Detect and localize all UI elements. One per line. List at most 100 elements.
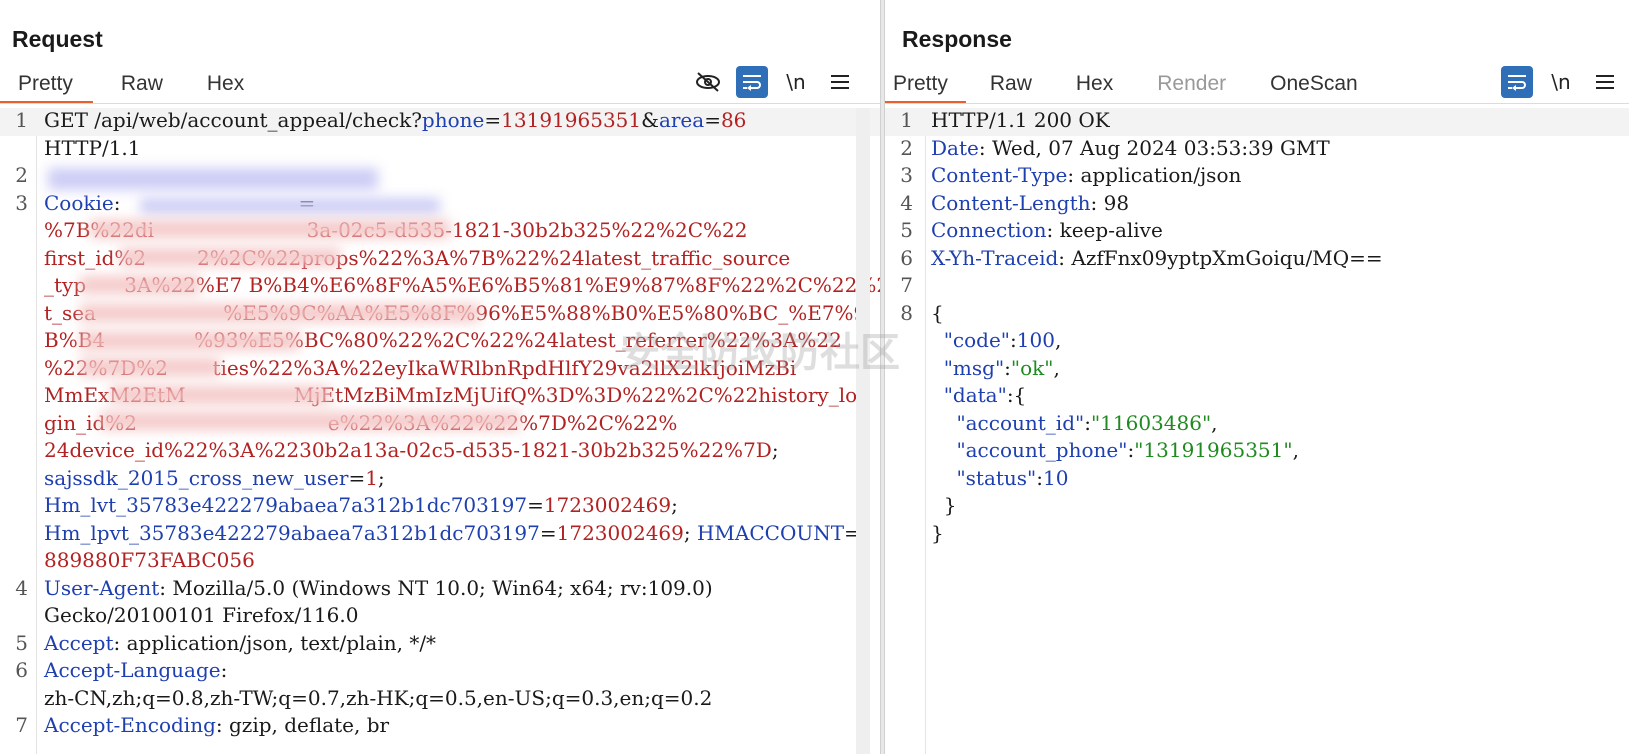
line-content: { <box>931 301 944 325</box>
line-number: 1 <box>15 108 28 132</box>
token: : 98 <box>1090 190 1130 215</box>
code-line: Gecko/20100101 Firefox/116.0 <box>0 603 880 631</box>
redacted-cookie-name <box>140 198 440 214</box>
line-number: 5 <box>15 630 28 655</box>
code-line: } <box>885 493 1629 521</box>
wrap-icon[interactable] <box>736 66 768 98</box>
code-line: "data":{ <box>885 383 1629 411</box>
request-editor[interactable]: 1 GET /api/web/account_appeal/check?phone… <box>0 108 880 754</box>
code-line: 5 Accept: application/json, text/plain, *… <box>0 631 880 659</box>
token: & <box>641 108 659 132</box>
token: = <box>484 108 502 132</box>
line-content: GET /api/web/account_appeal/check?phone=… <box>44 108 746 132</box>
token: : Wed, 07 Aug 2024 03:53:39 GMT <box>978 135 1330 160</box>
token: :{ <box>1006 383 1027 407</box>
wrap-icon[interactable] <box>1501 66 1533 98</box>
token: Gecko/20100101 Firefox/116.0 <box>44 603 359 627</box>
line-content: Gecko/20100101 Firefox/116.0 <box>44 603 358 627</box>
tab-pretty[interactable]: Pretty <box>885 64 966 104</box>
line-content: "data":{ <box>931 383 1027 407</box>
token: "account_phone" <box>956 438 1128 462</box>
token: ; <box>683 520 697 545</box>
token: HTTP/1.1 <box>44 135 141 160</box>
token: "code" <box>943 328 1010 352</box>
newline-toggle[interactable]: \n <box>1545 66 1577 98</box>
line-content: 24device_id%22%3A%2230b2a13a-02c5-d535-1… <box>44 438 779 462</box>
token: Connection <box>931 218 1047 242</box>
token: : application/json, text/plain, */* <box>113 630 437 655</box>
token: 100 <box>1016 328 1055 352</box>
redacted-cookie-1 <box>90 220 450 238</box>
tab-raw[interactable]: Raw <box>121 64 163 104</box>
line-content: HTTP/1.1 200 OK <box>931 108 1110 132</box>
tab-pretty[interactable]: Pretty <box>0 64 93 104</box>
tab-onescan[interactable]: OneScan <box>1270 64 1358 104</box>
line-content: Hm_lvt_35783e422279abaea7a312b1dc703197=… <box>44 493 678 517</box>
token: sajssdk_2015_cross_new_user <box>44 465 349 490</box>
request-tabs: Pretty Raw Hex <box>0 64 244 104</box>
line-number: 3 <box>15 190 28 215</box>
response-editor[interactable]: 1 HTTP/1.1 200 OK 2 Date: Wed, 07 Aug 2024 … <box>885 108 1629 754</box>
token: "account_id" <box>956 410 1085 435</box>
tab-hex[interactable]: Hex <box>207 64 244 104</box>
tab-raw[interactable]: Raw <box>990 64 1032 104</box>
token: 86 <box>720 108 747 132</box>
code-line: "code":100, <box>885 328 1629 356</box>
line-content: } <box>931 521 944 545</box>
token: 889880F73FABC056 <box>44 548 255 572</box>
eye-slash-icon[interactable] <box>692 66 724 98</box>
line-number: 5 <box>900 218 913 242</box>
token: = <box>704 108 721 132</box>
token: : gzip, deflate, br <box>215 713 390 737</box>
code-line: 24device_id%22%3A%2230b2a13a-02c5-d535-1… <box>0 438 880 466</box>
tab-hex[interactable]: Hex <box>1076 64 1113 104</box>
token: : AzfFnx09yptpXmGoiqu/MQ== <box>1058 245 1383 270</box>
token: : <box>113 190 127 215</box>
token: Accept <box>44 630 114 655</box>
token: 1723002469 <box>543 493 672 517</box>
line-number: 7 <box>15 713 28 737</box>
line-content: HTTP/1.1 <box>44 136 141 160</box>
line-number: 2 <box>15 163 28 187</box>
token: { <box>931 300 944 325</box>
token: "11603486" <box>1090 410 1212 435</box>
code-line: "msg":"ok", <box>885 356 1629 384</box>
watermark: 安全防攻防社区 <box>620 331 900 375</box>
token: "data" <box>943 383 1007 407</box>
line-number: 1 <box>900 108 913 132</box>
hamburger-menu-icon[interactable] <box>1589 66 1621 98</box>
token: Hm_lvt_35783e422279abaea7a312b1dc703197 <box>44 493 528 517</box>
line-number: 3 <box>900 163 913 187</box>
line-number: 2 <box>900 135 913 160</box>
code-line: 4 User-Agent: Mozilla/5.0 (Windows NT 10.… <box>0 576 880 604</box>
line-content: 889880F73FABC056 <box>44 548 255 572</box>
newline-toggle[interactable]: \n <box>780 66 812 98</box>
token: Cookie <box>44 190 114 215</box>
tab-underline <box>0 103 880 104</box>
redacted-cookie-5 <box>80 332 300 350</box>
line-content: "account_phone":"13191965351", <box>931 438 1299 462</box>
token: : <box>1084 410 1091 435</box>
token: : keep-alive <box>1046 218 1163 242</box>
tab-render: Render <box>1157 72 1227 95</box>
token: ; <box>377 465 385 490</box>
code-line: "status":10 <box>885 466 1629 494</box>
code-line: 6 X-Yh-Traceid: AzfFnx09yptpXmGoiqu/MQ== <box>885 246 1629 274</box>
line-number: 4 <box>15 575 28 600</box>
token: : <box>1010 328 1017 352</box>
hamburger-menu-icon[interactable] <box>824 66 856 98</box>
token: "13191965351" <box>1134 438 1293 462</box>
token: Hm_lpvt_35783e422279abaea7a312b1dc703197 <box>44 520 540 545</box>
token: area <box>658 108 705 132</box>
code-line: 2 Date: Wed, 07 Aug 2024 03:53:39 GMT <box>885 136 1629 164</box>
line-content: User-Agent: Mozilla/5.0 (Windows NT 10.0… <box>44 576 713 600</box>
request-scrollbar[interactable] <box>856 108 870 754</box>
code-line: 7 Accept-Encoding: gzip, deflate, br <box>0 713 880 741</box>
line-content: Hm_lpvt_35783e422279abaea7a312b1dc703197… <box>44 521 861 545</box>
line-content: "account_id":"11603486", <box>931 410 1217 435</box>
code-line: HTTP/1.1 <box>0 136 880 164</box>
token: zh-CN,zh;q=0.8,zh-TW;q=0.7,zh-HK;q=0.5,e… <box>44 685 713 710</box>
token: = <box>539 520 557 545</box>
